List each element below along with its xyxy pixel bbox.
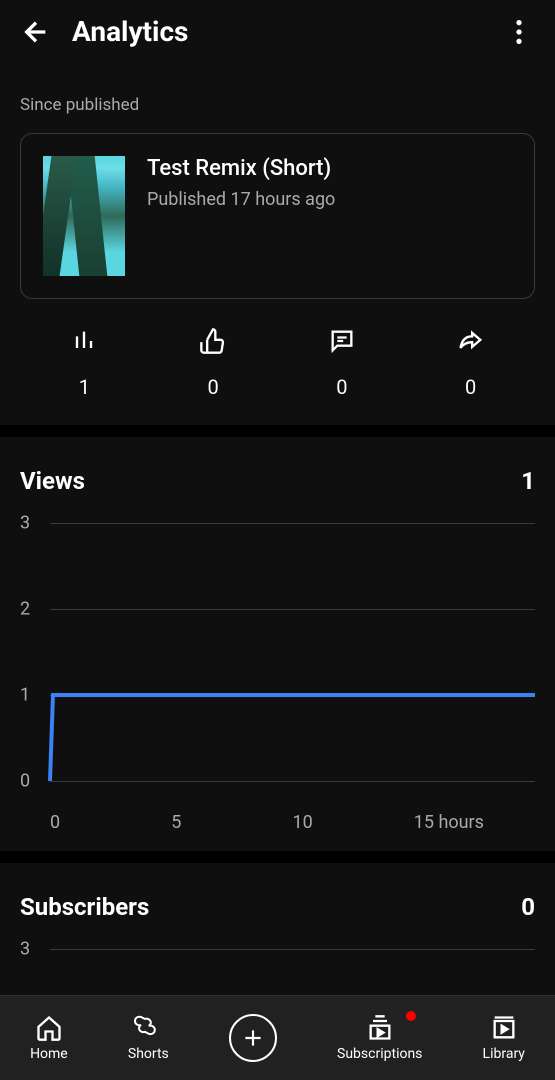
- stat-views[interactable]: 1: [70, 327, 98, 399]
- views-chart: 3 2 1 0 0 5 10 15 hours: [20, 523, 535, 833]
- subscriptions-icon: [366, 1014, 394, 1042]
- back-button[interactable]: [20, 16, 52, 48]
- stat-comments[interactable]: 0: [328, 327, 356, 399]
- views-icon: [70, 327, 98, 355]
- views-section-title: Views: [20, 467, 85, 495]
- stat-shares-value: 0: [465, 375, 476, 399]
- plus-icon: [240, 1025, 266, 1051]
- thumbs-up-icon: [199, 327, 227, 355]
- nav-subscriptions-label: Subscriptions: [337, 1046, 422, 1062]
- chart-x-tick: 10: [293, 812, 414, 833]
- views-line-chart: [50, 523, 535, 781]
- chart-x-tick: 0: [50, 812, 171, 833]
- more-vertical-icon: [503, 16, 535, 48]
- chart-y-tick: 3: [20, 513, 30, 534]
- stat-views-value: 1: [79, 375, 90, 399]
- chart-y-tick: 0: [20, 771, 30, 792]
- views-section: Views 1 3 2 1 0 0 5 10 15 hours: [0, 437, 555, 833]
- chart-x-tick: 5: [171, 812, 292, 833]
- section-divider: [0, 851, 555, 863]
- nav-home[interactable]: Home: [30, 1014, 68, 1062]
- chart-y-tick: 2: [20, 599, 30, 620]
- stat-shares[interactable]: 0: [457, 327, 485, 399]
- stat-comments-value: 0: [336, 375, 347, 399]
- nav-library-label: Library: [483, 1046, 525, 1062]
- home-icon: [35, 1014, 63, 1042]
- library-icon: [490, 1014, 518, 1042]
- chart-y-tick: 1: [20, 685, 30, 706]
- subscribers-section-value: 0: [521, 893, 535, 921]
- subscribers-section-title: Subscribers: [20, 893, 149, 921]
- since-published-label: Since published: [0, 63, 555, 133]
- shorts-icon: [134, 1014, 162, 1042]
- share-icon: [457, 327, 485, 355]
- subscribers-section: Subscribers 0 3: [0, 863, 555, 950]
- nav-library[interactable]: Library: [483, 1014, 525, 1062]
- video-thumbnail: [43, 156, 125, 276]
- back-arrow-icon: [20, 16, 52, 48]
- chart-x-tick: 15 hours: [414, 812, 535, 833]
- views-section-value: 1: [521, 467, 535, 495]
- nav-subscriptions[interactable]: Subscriptions: [337, 1014, 422, 1062]
- video-card[interactable]: Test Remix (Short) Published 17 hours ag…: [20, 133, 535, 299]
- comment-icon: [328, 327, 356, 355]
- section-divider: [0, 425, 555, 437]
- chart-y-tick: 3: [20, 939, 30, 960]
- bottom-nav: Home Shorts Subscriptions Library: [0, 995, 555, 1080]
- nav-shorts-label: Shorts: [128, 1046, 169, 1062]
- subscriptions-badge: [406, 1011, 416, 1021]
- video-published-time: Published 17 hours ago: [147, 189, 335, 210]
- stat-likes-value: 0: [208, 375, 219, 399]
- nav-home-label: Home: [30, 1046, 68, 1062]
- chart-gridline: [50, 781, 535, 782]
- chart-gridline: [50, 949, 535, 950]
- page-title: Analytics: [72, 15, 483, 48]
- more-button[interactable]: [503, 16, 535, 48]
- nav-shorts[interactable]: Shorts: [128, 1014, 169, 1062]
- create-button[interactable]: [229, 1014, 277, 1062]
- stat-likes[interactable]: 0: [199, 327, 227, 399]
- video-title: Test Remix (Short): [147, 156, 335, 181]
